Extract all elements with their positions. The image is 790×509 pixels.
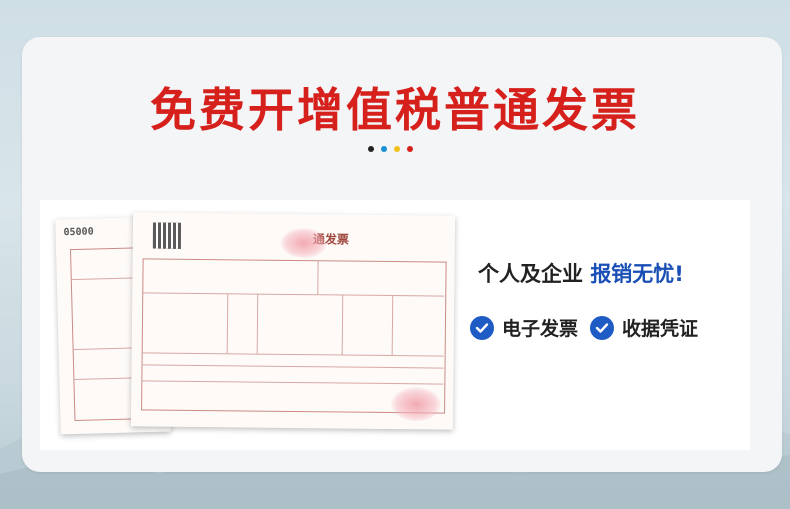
stamp-icon: [280, 227, 327, 259]
feature-receipt: 收据凭证: [590, 314, 698, 341]
page-title: 免费开增值税普通发票: [150, 83, 640, 137]
feature-list: 电子发票 收据凭证: [470, 314, 698, 341]
stamp-icon: [390, 387, 442, 422]
slogan: 个人及企业 报销无忧!: [478, 258, 684, 288]
qr-code-icon: [152, 222, 182, 249]
dot-yellow: [394, 146, 400, 152]
slogan-text: 个人及企业: [478, 262, 583, 286]
check-circle-icon: [470, 315, 494, 340]
invoice-image-front: 通发票: [130, 212, 456, 430]
feature-label: 收据凭证: [622, 318, 699, 340]
invoice-number: 05000: [63, 226, 94, 239]
dot-blue: [381, 146, 387, 152]
feature-label: 电子发票: [502, 318, 579, 340]
dot-black: [368, 146, 374, 152]
decorative-dots: [368, 146, 413, 152]
feature-electronic-invoice: 电子发票: [470, 314, 578, 341]
dot-red: [407, 146, 413, 152]
slogan-highlight: 报销无忧!: [590, 262, 684, 286]
check-circle-icon: [590, 315, 615, 340]
